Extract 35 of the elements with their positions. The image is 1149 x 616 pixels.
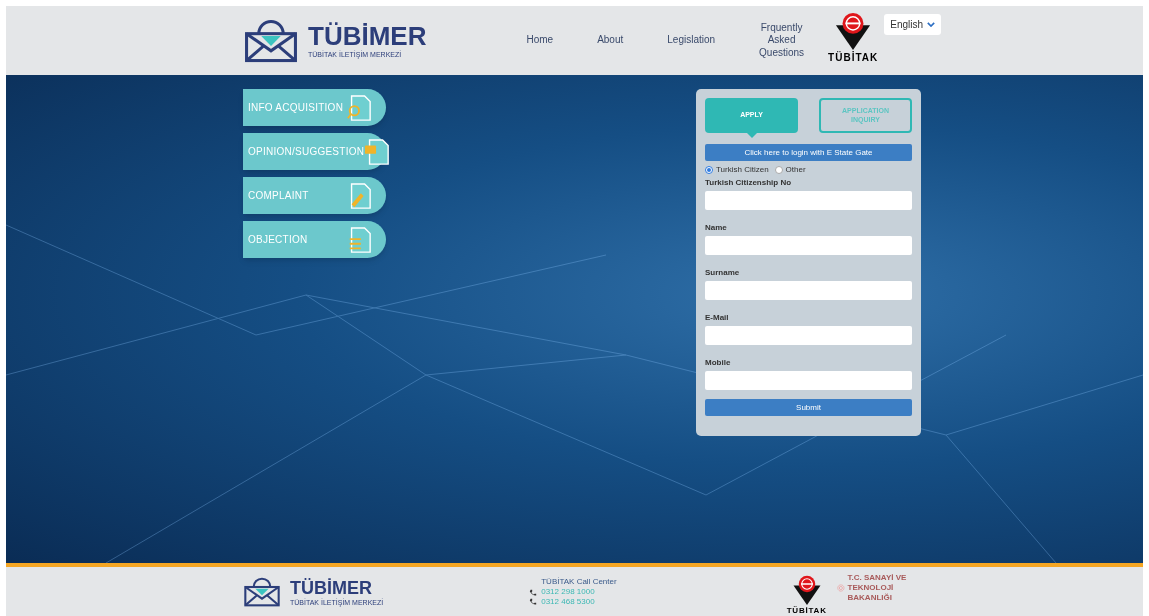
radio-option[interactable]: Other (774, 164, 806, 176)
field-label: Name (705, 222, 728, 234)
envelope-logo-icon (242, 18, 300, 63)
field-label: E-Mail (705, 312, 730, 324)
input-field[interactable] (705, 371, 912, 390)
input-field[interactable] (705, 281, 912, 300)
field-label: Turkish Citizenship No (705, 177, 793, 189)
call-center-title: TÜBİTAK Call Center (541, 577, 617, 587)
document-icon (346, 93, 372, 122)
ministry-name: T.C. SANAYİ VE TEKNOLOJİ BAKANLIĞI (847, 573, 907, 603)
nav-link[interactable]: Legislation (667, 34, 716, 47)
input-field[interactable] (705, 326, 912, 345)
emblem-icon (834, 12, 873, 50)
phone-number: 0312 298 1000 (541, 587, 596, 597)
radio-option[interactable]: Turkish Citizen (705, 164, 769, 176)
phone-number: 0312 468 5300 (541, 597, 596, 607)
document-icon (364, 137, 391, 166)
logo-title: TÜBİMER (308, 23, 427, 49)
field-label: Mobile (705, 357, 732, 369)
language-select[interactable]: English (884, 14, 942, 35)
nav-link[interactable]: Frquently Asked Questions (759, 21, 805, 60)
input-field[interactable] (705, 191, 912, 210)
nav-link[interactable]: About (597, 34, 624, 47)
logo-title: TÜBİMER (290, 578, 373, 597)
tab-pointer (746, 133, 757, 138)
chevron-down-icon (927, 22, 936, 27)
login-button[interactable]: Click here to login with E State Gate (705, 144, 912, 161)
emblem-label: TÜBİTAK (786, 605, 827, 616)
field-label: Surname (705, 267, 741, 279)
emblem-label: TÜBİTAK (828, 50, 879, 65)
submit-button[interactable]: Submit (705, 399, 912, 416)
emblem-icon (791, 575, 822, 605)
input-field[interactable] (705, 236, 912, 255)
nav-link[interactable]: Home (526, 34, 554, 47)
envelope-logo-icon (242, 577, 282, 607)
